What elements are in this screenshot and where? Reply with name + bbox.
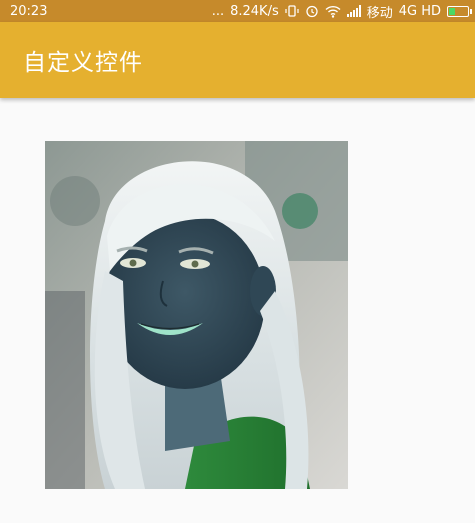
alarm-icon [305,4,319,18]
vibrate-icon [285,4,299,18]
main-content [0,98,475,523]
inverted-portrait-image [45,141,348,489]
dots-indicator: ... [211,3,225,19]
page-title: 自定义控件 [23,50,143,76]
network-type: 4G HD [398,3,441,19]
status-bar: 20:23 ... 8.24K/s 移动 4G HD [0,0,475,22]
status-time: 20:23 [10,3,48,19]
wifi-icon [325,4,341,18]
network-speed: 8.24K/s [230,3,279,19]
status-icons: ... 8.24K/s 移动 4G HD [211,2,472,21]
carrier-name: 移动 [366,5,393,21]
app-bar: 自定义控件 [0,22,475,98]
signal-icon [346,5,361,17]
battery-icon [447,5,472,17]
